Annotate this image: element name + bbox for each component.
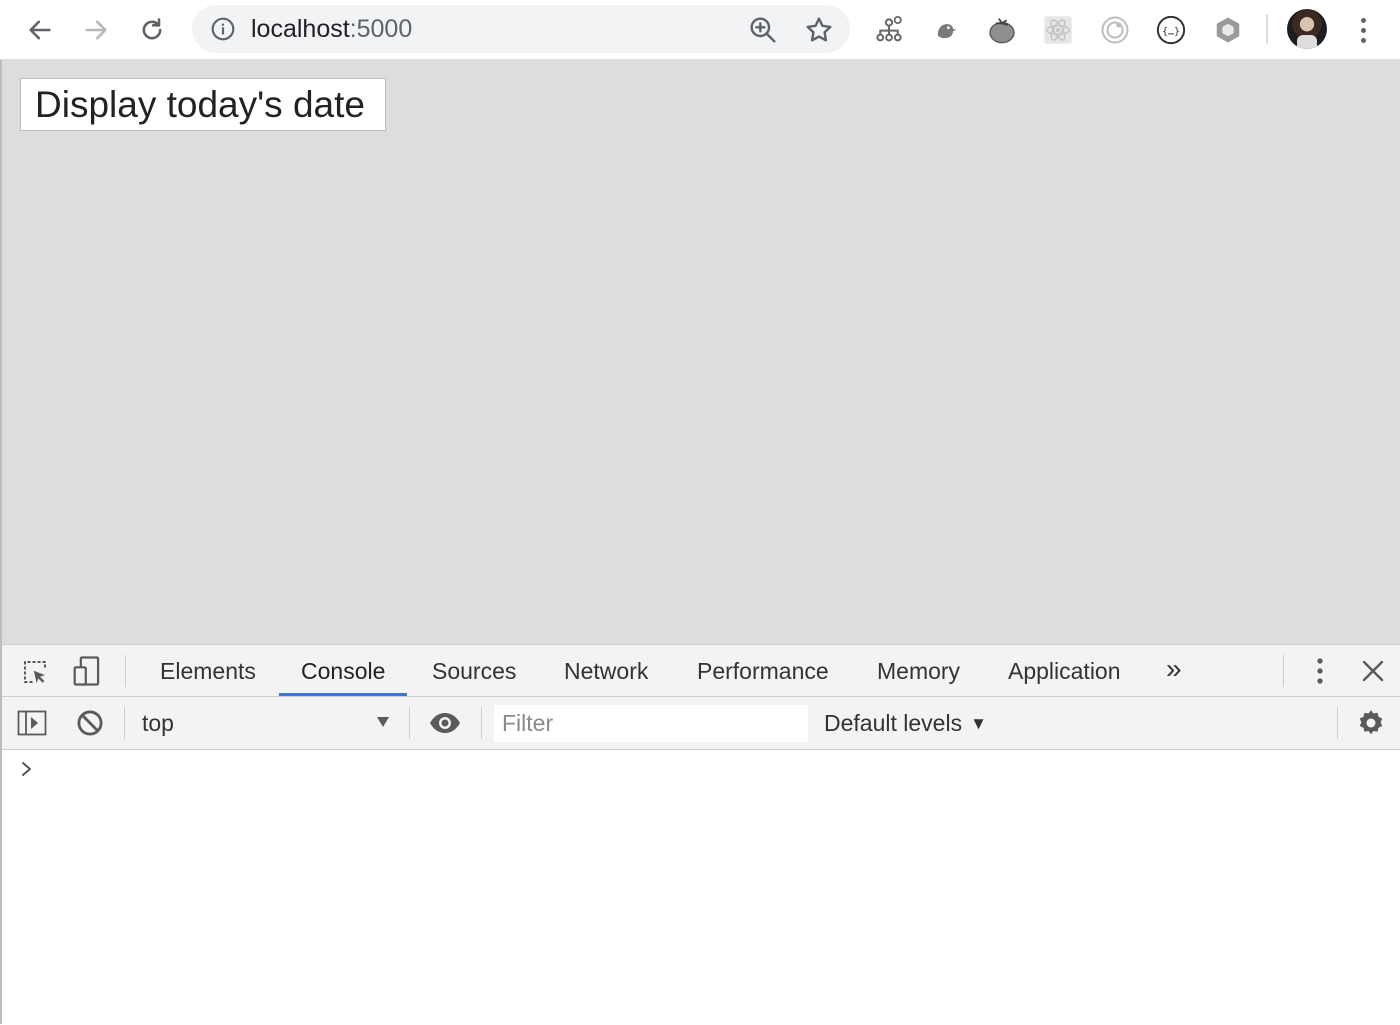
- cube-extension-icon[interactable]: [1210, 12, 1246, 48]
- tab-sources[interactable]: Sources: [410, 645, 538, 696]
- sidebar-toggle-icon[interactable]: [16, 708, 48, 738]
- filter-input[interactable]: [494, 705, 808, 742]
- live-expression-eye-icon[interactable]: [426, 707, 464, 739]
- console-toolbar: top Default levels ▼: [2, 697, 1400, 750]
- devtools-panel: Elements Console Sources Network Perform…: [0, 644, 1400, 1025]
- console-bar-separator: [124, 707, 125, 739]
- tab-network[interactable]: Network: [542, 645, 670, 696]
- toolbar-divider: [1266, 14, 1268, 44]
- reload-icon[interactable]: [132, 10, 172, 50]
- console-output[interactable]: [2, 751, 1400, 1025]
- svg-text:{…}: {…}: [1162, 26, 1180, 37]
- clear-console-icon[interactable]: [74, 707, 106, 739]
- devtools-tab-bar: Elements Console Sources Network Perform…: [2, 645, 1400, 697]
- url-text[interactable]: localhost:5000: [251, 5, 412, 53]
- gear-icon[interactable]: [1354, 706, 1388, 740]
- chevron-down-icon: ▼: [970, 714, 987, 733]
- sitemap-extension-icon[interactable]: [871, 12, 907, 48]
- address-bar[interactable]: localhost:5000: [192, 5, 850, 53]
- info-icon[interactable]: [210, 16, 236, 42]
- inspect-element-icon[interactable]: [18, 655, 52, 689]
- profile-avatar[interactable]: [1287, 9, 1327, 49]
- chevron-down-icon[interactable]: [375, 714, 391, 730]
- back-arrow-icon[interactable]: [20, 10, 60, 50]
- json-extension-icon[interactable]: {…}: [1153, 12, 1189, 48]
- forward-arrow-icon[interactable]: [76, 10, 116, 50]
- kebab-menu-icon[interactable]: [1346, 12, 1380, 48]
- log-levels-dropdown[interactable]: Default levels ▼: [824, 697, 987, 749]
- page-viewport: Display today's date: [0, 60, 1400, 644]
- url-port: :5000: [349, 15, 413, 43]
- browser-toolbar: localhost:5000 {…}: [0, 0, 1400, 60]
- devtools-menu-icon[interactable]: [1304, 655, 1336, 687]
- url-host: localhost: [251, 15, 350, 43]
- circle-extension-icon[interactable]: [1097, 12, 1133, 48]
- close-icon[interactable]: [1358, 656, 1388, 686]
- console-bar-separator-2: [409, 707, 410, 739]
- react-devtools-extension-icon[interactable]: [1040, 12, 1076, 48]
- more-tabs-icon[interactable]: »: [1144, 645, 1204, 696]
- tab-console[interactable]: Console: [279, 645, 408, 696]
- console-bar-separator-4: [1337, 707, 1338, 739]
- star-icon[interactable]: [803, 14, 835, 46]
- log-levels-label: Default levels: [824, 710, 963, 736]
- console-bar-separator-3: [481, 707, 482, 739]
- tab-elements[interactable]: Elements: [138, 645, 278, 696]
- tomato-extension-icon[interactable]: [984, 12, 1020, 48]
- bird-extension-icon[interactable]: [928, 12, 964, 48]
- console-prompt-icon: [20, 759, 36, 781]
- tab-memory[interactable]: Memory: [855, 645, 982, 696]
- tab-performance[interactable]: Performance: [675, 645, 851, 696]
- display-date-button[interactable]: Display today's date: [20, 78, 386, 131]
- context-select[interactable]: top: [142, 697, 174, 749]
- zoom-in-icon[interactable]: [747, 14, 779, 46]
- tabbar-separator: [125, 655, 126, 687]
- device-toolbar-icon[interactable]: [70, 654, 104, 688]
- tabbar-separator-right: [1283, 655, 1284, 687]
- tab-application[interactable]: Application: [986, 645, 1143, 696]
